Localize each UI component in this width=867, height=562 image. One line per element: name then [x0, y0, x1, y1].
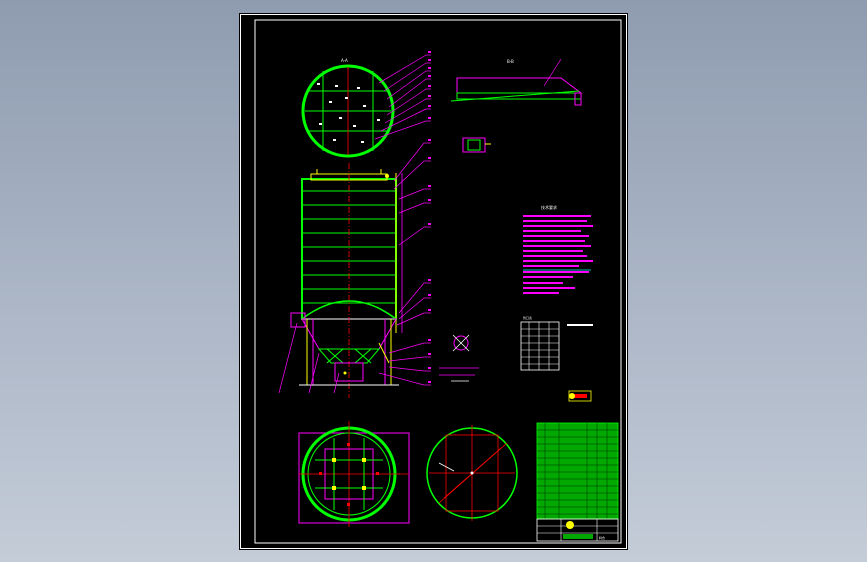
base-plan-view [298, 421, 410, 527]
cad-viewport[interactable]: A-A B-B 技术要求 管口表 料仓 [0, 0, 867, 562]
technical-notes: 技术要求 [523, 204, 593, 294]
anchor-circle-view [426, 425, 518, 521]
stamp [568, 390, 592, 402]
table-heading: 管口表 [523, 315, 532, 320]
drawing-sheet: A-A B-B 技术要求 管口表 料仓 [239, 13, 628, 550]
silo-elevation [278, 51, 431, 398]
beam-detail: B-B [450, 58, 583, 153]
nozzle-table: 管口表 [520, 315, 593, 371]
svg-text:B-B: B-B [507, 59, 514, 64]
svg-text:A-A: A-A [341, 58, 348, 63]
drawing-canvas: A-A B-B 技术要求 管口表 料仓 [240, 14, 627, 549]
bill-of-materials [536, 422, 619, 520]
notes-title: 技术要求 [541, 204, 557, 210]
small-detail [439, 334, 479, 382]
title-block: 料仓 [536, 518, 619, 542]
top-plan-view: A-A [301, 54, 431, 158]
title-block-name: 料仓 [599, 535, 605, 540]
